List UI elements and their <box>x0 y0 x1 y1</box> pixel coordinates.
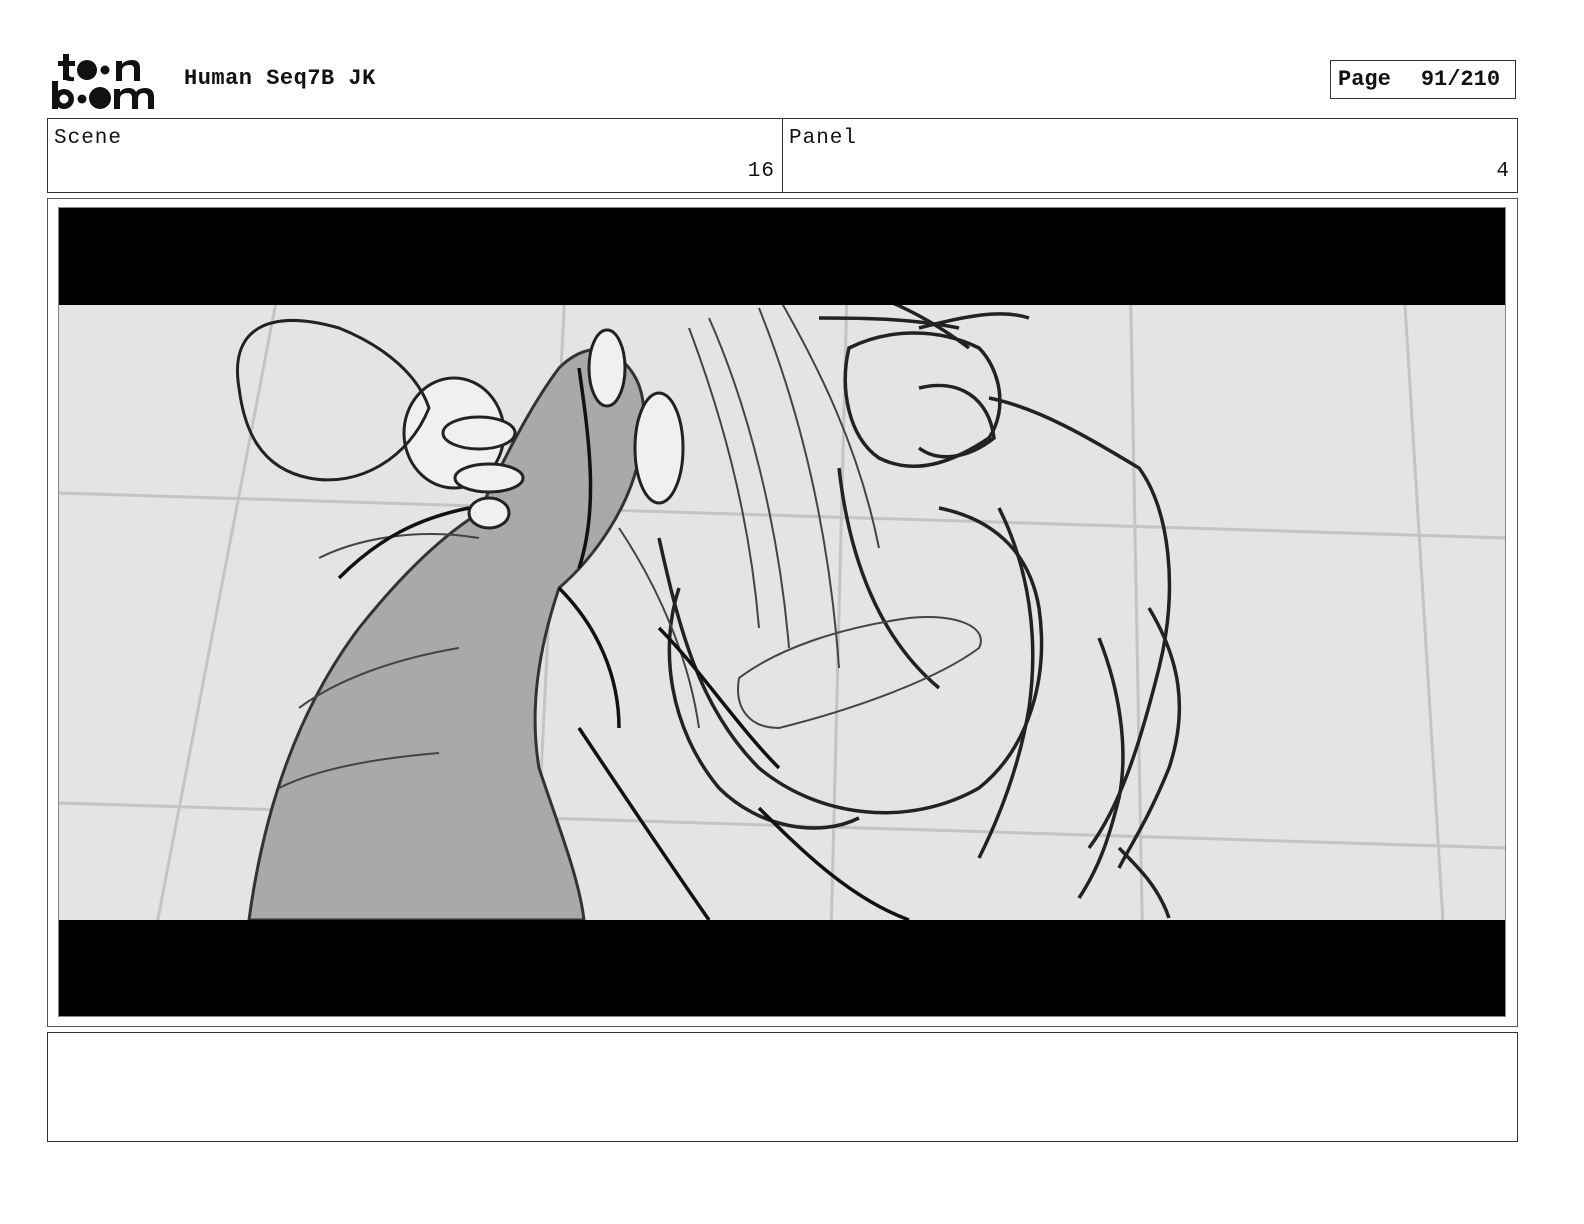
letterbox-top <box>59 208 1505 305</box>
notes-box <box>47 1032 1518 1142</box>
head-loop-sketch <box>236 319 431 482</box>
scene-value: 16 <box>747 160 775 183</box>
scene-label: Scene <box>54 127 123 150</box>
panel-label: Panel <box>789 127 858 150</box>
toon-boom-logo <box>50 52 166 110</box>
page-indicator: Page 91/210 <box>1330 60 1516 99</box>
scene-cell: Scene 16 <box>48 119 783 192</box>
panel-value: 4 <box>1496 160 1510 183</box>
storyboard-image <box>58 207 1506 1017</box>
letterbox-bottom <box>59 920 1505 1016</box>
document-title: Human Seq7B JK <box>184 66 376 91</box>
page-number: 91/210 <box>1420 67 1501 92</box>
panel-cell: Panel 4 <box>783 119 1517 192</box>
scene-panel-info: Scene 16 Panel 4 <box>47 118 1518 193</box>
storyboard-frame <box>47 198 1518 1027</box>
page-label: Page <box>1338 67 1391 92</box>
